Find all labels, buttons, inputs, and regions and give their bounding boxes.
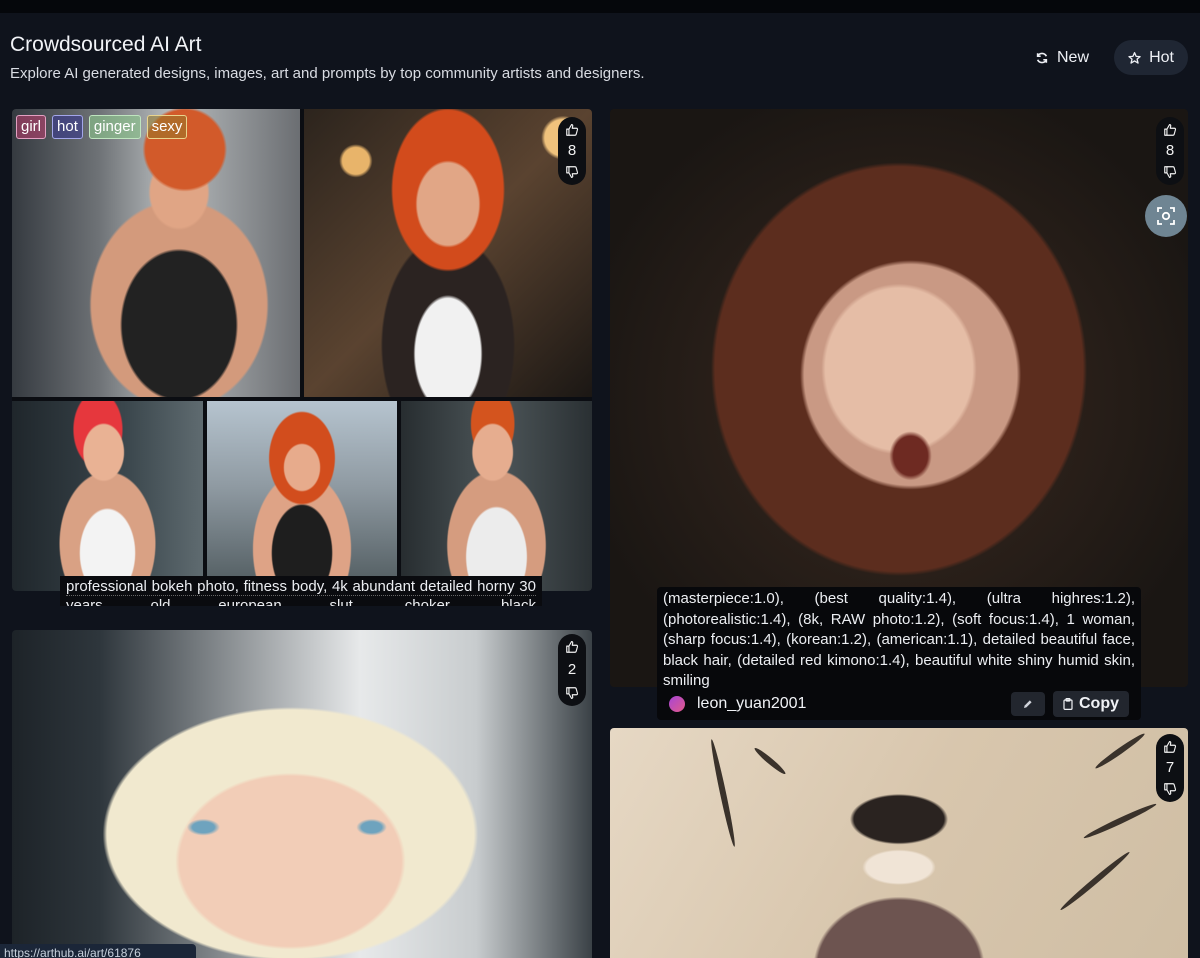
edit-prompt-button[interactable] [1011, 692, 1045, 716]
thumbs-down-icon[interactable] [1163, 782, 1177, 796]
star-icon [1128, 51, 1141, 64]
tag-list: girl hot ginger sexy [16, 115, 188, 139]
prompt-footer: leon_yuan2001 Copy [669, 691, 1129, 717]
sort-hot-button[interactable]: Hot [1114, 40, 1188, 75]
thumbs-up-icon[interactable] [1163, 123, 1177, 137]
status-bar-url: https://arthub.ai/art/61876 [0, 944, 196, 958]
browser-top-strip [0, 0, 1200, 13]
art-card[interactable]: 2 [12, 630, 592, 958]
prompt-caption[interactable]: professional bokeh photo, fitness body, … [60, 576, 542, 606]
sort-hot-label: Hot [1149, 48, 1174, 66]
vote-count: 8 [1165, 142, 1175, 159]
thumbs-up-icon[interactable] [565, 123, 579, 137]
bamboo-stroke [1058, 849, 1132, 913]
author-name[interactable]: leon_yuan2001 [697, 695, 806, 713]
art-image[interactable] [12, 109, 300, 397]
focus-scan-icon [1157, 207, 1175, 225]
clipboard-icon [1063, 698, 1073, 710]
thumbs-up-icon[interactable] [1163, 740, 1177, 754]
thumbs-up-icon[interactable] [565, 640, 579, 654]
prompt-panel: (masterpiece:1.0), (best quality:1.4), (… [657, 587, 1141, 720]
vote-count: 7 [1165, 759, 1175, 776]
vote-count: 2 [567, 661, 577, 678]
art-image[interactable] [12, 401, 203, 591]
sort-new-button[interactable]: New [1021, 40, 1103, 75]
art-image[interactable] [207, 401, 397, 591]
tag[interactable]: sexy [146, 115, 188, 139]
copy-prompt-button[interactable]: Copy [1053, 691, 1129, 717]
tag[interactable]: ginger [88, 115, 141, 139]
bamboo-stroke [1082, 801, 1158, 841]
bamboo-stroke [708, 738, 738, 848]
vote-count: 8 [567, 142, 577, 159]
vote-widget: 8 [558, 117, 586, 185]
copy-label: Copy [1079, 695, 1119, 712]
vote-widget: 2 [558, 634, 586, 706]
vote-widget: 8 [1156, 117, 1184, 185]
art-image[interactable] [304, 109, 592, 397]
art-image[interactable] [401, 401, 592, 591]
thumbs-down-icon[interactable] [565, 165, 579, 179]
prompt-text: professional bokeh photo, fitness body, … [66, 578, 536, 606]
focus-button[interactable] [1145, 195, 1187, 237]
refresh-icon [1036, 52, 1048, 63]
pencil-icon [1024, 700, 1032, 708]
art-card[interactable]: 7 [610, 728, 1188, 958]
page-subtitle: Explore AI generated designs, images, ar… [10, 65, 645, 82]
art-card[interactable]: girl hot ginger sexy 8 [12, 109, 592, 591]
bamboo-stroke [752, 745, 788, 777]
sort-new-label: New [1056, 48, 1089, 66]
tag[interactable]: hot [52, 115, 83, 139]
thumbs-down-icon[interactable] [1163, 165, 1177, 179]
thumbs-down-icon[interactable] [565, 686, 579, 700]
prompt-text[interactable]: (masterpiece:1.0), (best quality:1.4), (… [663, 589, 1135, 692]
tag[interactable]: girl [16, 115, 47, 139]
vote-widget: 7 [1156, 734, 1184, 802]
bamboo-stroke [1093, 731, 1147, 771]
avatar[interactable] [669, 696, 685, 712]
page-title: Crowdsourced AI Art [10, 33, 202, 56]
